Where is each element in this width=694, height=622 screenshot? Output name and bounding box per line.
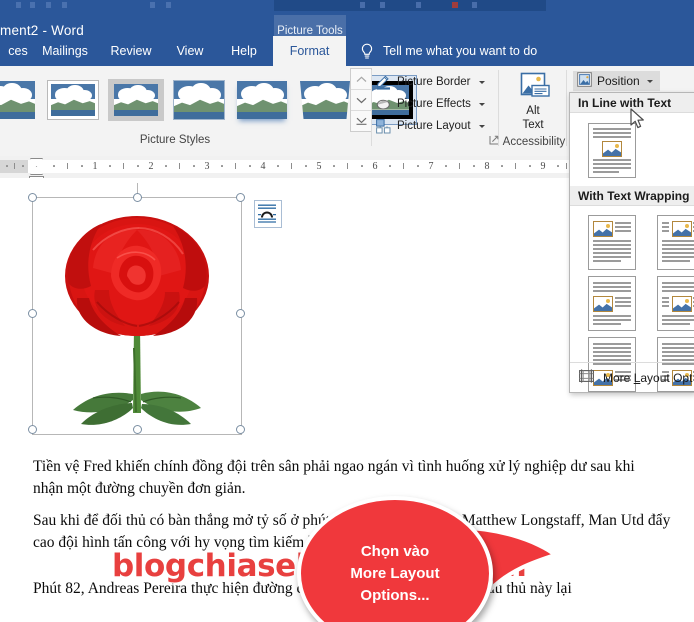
- picture-layout-button[interactable]: Picture Layout: [376, 115, 486, 137]
- ruler-tick: 7: [428, 161, 434, 172]
- more-layout-options-item[interactable]: More Layout Opt: [570, 362, 694, 392]
- picture-style-option[interactable]: [297, 76, 353, 124]
- position-button[interactable]: Position: [573, 71, 660, 91]
- chevron-down-icon[interactable]: [478, 102, 485, 106]
- chevron-down-icon[interactable]: [478, 80, 485, 84]
- qat-active-region: [274, 0, 546, 11]
- more-layout-icon: [579, 369, 594, 386]
- position-option-middle-center[interactable]: [657, 276, 694, 331]
- qat-icon[interactable]: [360, 2, 365, 8]
- scroll-down-icon[interactable]: [351, 90, 371, 111]
- resize-handle-bottom-right[interactable]: [236, 425, 245, 434]
- picture-style-option[interactable]: [0, 76, 38, 124]
- resize-handle-bottom-center[interactable]: [132, 425, 142, 434]
- tell-me-search[interactable]: Tell me what you want to do: [360, 36, 537, 66]
- qat-icon[interactable]: [16, 2, 21, 8]
- section-header-with-text-wrapping: With Text Wrapping: [570, 186, 694, 206]
- callout-line-2: More Layout: [350, 564, 440, 582]
- qat-icon[interactable]: [166, 2, 171, 8]
- alt-text-line2: Text: [522, 118, 544, 131]
- qat-icon-red[interactable]: [452, 2, 458, 8]
- ribbon-tab-bar: ces Mailings Review View Help Format Tel…: [0, 36, 694, 66]
- resize-handle-middle-left[interactable]: [28, 309, 37, 318]
- chevron-down-icon[interactable]: [478, 124, 485, 128]
- callout-text: Chọn vào More Layout Options...: [297, 496, 493, 622]
- mouse-cursor: [630, 108, 644, 129]
- tab-help[interactable]: Help: [223, 36, 265, 66]
- ruler-tick: 1: [92, 161, 98, 172]
- resize-handle-top-right[interactable]: [236, 193, 245, 202]
- tab-format[interactable]: Format: [273, 36, 346, 66]
- picture-style-option[interactable]: [45, 76, 101, 124]
- picture-effects-button[interactable]: Picture Effects: [376, 93, 486, 115]
- quick-access-toolbar-strip[interactable]: [0, 0, 694, 11]
- position-option-inline[interactable]: [588, 123, 636, 178]
- picture-style-option[interactable]: [171, 76, 227, 124]
- qat-icon[interactable]: [46, 2, 51, 8]
- resize-handle-bottom-left[interactable]: [28, 425, 37, 434]
- ruler-tick: 5: [316, 161, 322, 172]
- selected-picture[interactable]: [28, 183, 245, 435]
- qat-icon[interactable]: [472, 2, 477, 8]
- callout-line-1: Chọn vào: [360, 542, 430, 560]
- effects-icon: [376, 97, 391, 112]
- resize-handle-top-center[interactable]: [132, 193, 142, 202]
- picture-style-option[interactable]: [108, 76, 164, 124]
- chevron-down-icon[interactable]: [646, 79, 653, 83]
- ruler-tick: 9: [540, 161, 546, 172]
- alt-text-line1: Alt: [526, 105, 540, 117]
- picture-style-option[interactable]: [234, 76, 290, 124]
- picture-layout-label: Picture Layout: [397, 120, 471, 132]
- position-option-middle-left[interactable]: [588, 276, 636, 331]
- lightbulb-icon: [360, 43, 374, 60]
- picture-layout-icon: [376, 118, 391, 134]
- paragraph-1: Tiền vệ Fred khiến chính đồng đội trên s…: [33, 458, 635, 497]
- position-option-top-left[interactable]: [588, 215, 636, 270]
- qat-icon[interactable]: [416, 2, 421, 8]
- alt-text-icon: [513, 72, 553, 104]
- resize-handle-middle-right[interactable]: [236, 309, 245, 318]
- accessibility-group-label: Accessibility: [502, 136, 566, 148]
- pencil-border-icon: [376, 75, 391, 90]
- scroll-up-icon[interactable]: [351, 69, 371, 90]
- ruler-tick: 6: [372, 161, 378, 172]
- picture-styles-scroll[interactable]: [350, 68, 372, 132]
- position-option-top-center[interactable]: [657, 215, 694, 270]
- qat-icon[interactable]: [62, 2, 67, 8]
- alt-text-button[interactable]: Alt Text: [505, 72, 561, 132]
- tell-me-label: Tell me what you want to do: [383, 44, 538, 58]
- picture-styles-group-label: Picture Styles: [139, 134, 211, 146]
- resize-handle-top-left[interactable]: [28, 193, 37, 202]
- tab-review[interactable]: Review: [105, 36, 157, 66]
- gallery-more-icon[interactable]: [351, 111, 371, 131]
- tab-view[interactable]: View: [168, 36, 212, 66]
- qat-icon[interactable]: [150, 2, 155, 8]
- position-label: Position: [597, 74, 640, 88]
- tab-mailings[interactable]: Mailings: [36, 36, 94, 66]
- red-rose-photo[interactable]: [33, 198, 241, 434]
- picture-format-buttons: Picture Border Picture Effects Picture L…: [376, 71, 486, 137]
- picture-border-button[interactable]: Picture Border: [376, 71, 486, 93]
- position-icon: [577, 72, 592, 90]
- qat-icon[interactable]: [30, 2, 35, 8]
- more-layout-options-label: More Layout Opt: [603, 370, 693, 385]
- picture-border-label: Picture Border: [397, 76, 471, 88]
- group-divider: [371, 70, 372, 146]
- tab-references[interactable]: ces: [0, 36, 36, 66]
- ruler-tick: 4: [260, 161, 266, 172]
- callout-line-3: Options...: [360, 586, 430, 604]
- picture-effects-label: Picture Effects: [397, 98, 471, 110]
- layout-options-icon[interactable]: [254, 200, 282, 228]
- group-divider: [566, 70, 567, 146]
- title-bar: ment2 - Word Picture Tools: [0, 11, 694, 47]
- ruler-tick: 8: [484, 161, 490, 172]
- position-dropdown-panel[interactable]: In Line with Text With Text Wrapping Mor…: [569, 92, 694, 393]
- annotation-callout: Chọn vào More Layout Options...: [297, 496, 557, 622]
- ruler-tick: 2: [148, 161, 154, 172]
- ruler-tick: 3: [204, 161, 210, 172]
- qat-icon[interactable]: [380, 2, 385, 8]
